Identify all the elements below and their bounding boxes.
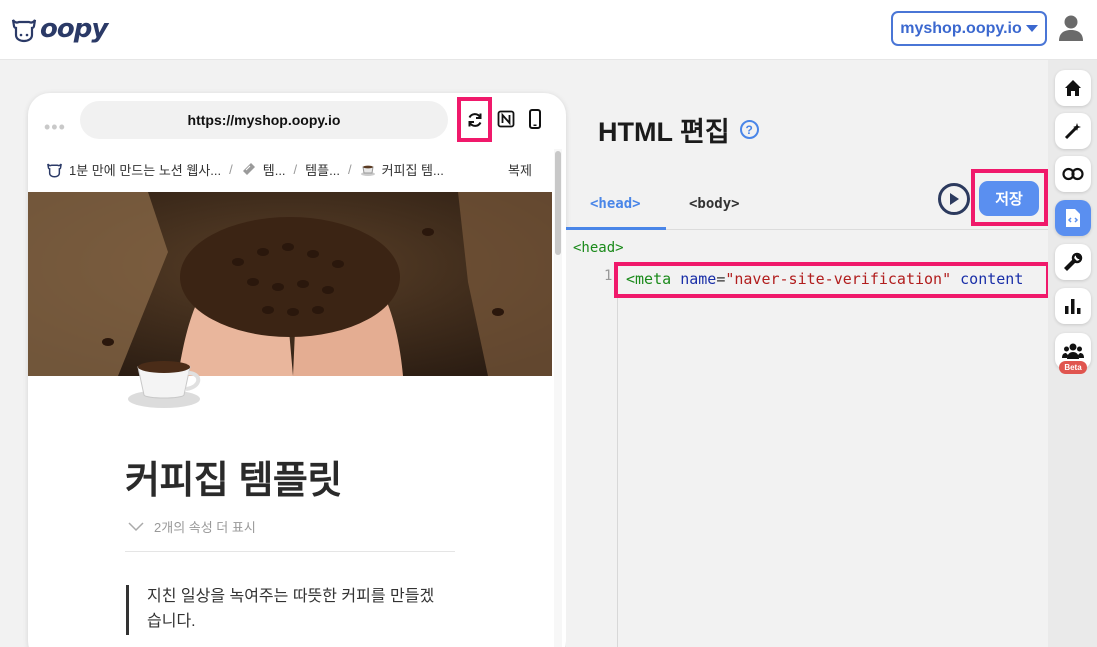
home-icon [1065,80,1081,96]
wrench-icon [1064,252,1083,271]
users-icon [1062,343,1084,359]
cow-logo-icon [47,163,62,178]
show-properties-toggle[interactable]: 2개의 속성 더 표시 [128,517,256,536]
sidebar-item-html[interactable] [1055,200,1091,236]
code-editor[interactable]: <head> 1 <meta name="naver-site-verifica… [566,230,1050,647]
editor-title-text: HTML 편집 [598,117,730,147]
scrollbar-thumb[interactable] [555,151,561,255]
oopy-logo[interactable]: oopy [10,12,108,46]
tab-body[interactable]: <body> [689,196,740,212]
bar-chart-icon [1065,299,1081,314]
breadcrumb-separator: / [347,161,352,177]
site-select-dropdown[interactable]: myshop.oopy.io [891,11,1047,46]
breadcrumb-label: 템플... [305,162,340,178]
mobile-view-icon[interactable] [528,109,542,129]
show-properties-label: 2개의 속성 더 표시 [154,520,256,535]
coffee-cup-icon [360,165,375,176]
top-bar: oopy myshop.oopy.io [0,0,1097,60]
user-avatar-icon[interactable] [1058,14,1084,42]
quote-block: 지친 일상을 녹여주는 따뜻한 커피를 만들겠습니다. [126,585,446,635]
save-button[interactable]: 저장 [979,181,1039,216]
line-number: 1 [604,268,613,284]
cow-logo-icon [11,19,37,43]
code-token-attr: name [680,270,717,288]
url-text: https://myshop.oopy.io [187,112,341,128]
breadcrumb-label: 템... [262,162,286,178]
tab-head[interactable]: <head> [590,196,641,212]
sidebar-item-home[interactable] [1055,70,1091,106]
coffee-cup-icon [128,361,201,408]
sidebar-item-magic[interactable] [1055,113,1091,149]
logo-text: oopy [40,14,108,44]
help-icon[interactable]: ? [739,120,759,139]
breadcrumb-item[interactable]: 커피집 템... [360,160,444,179]
site-preview-panel: ••• https://myshop.oopy.io 1분 만에 만드는 노션 … [28,93,566,647]
chevron-down-icon [128,521,144,531]
breadcrumb: 1분 만에 만드는 노션 웹사... / 템... / 템플... / 커피집 … [28,149,552,189]
breadcrumb-item[interactable]: 1분 만에 만드는 노션 웹사... [46,160,221,179]
breadcrumb-separator: / [229,161,233,177]
gutter-divider [617,270,618,647]
newspaper-icon [242,163,255,175]
sidebar-item-tools[interactable] [1055,244,1091,280]
sidebar-item-link[interactable] [1055,156,1091,192]
breadcrumb-label: 1분 만에 만드는 노션 웹사... [69,162,222,178]
code-line-highlight[interactable]: <meta name="naver-site-verification" con… [614,262,1050,298]
magic-wand-icon [1064,123,1081,140]
link-icon [1062,167,1084,181]
code-token-eq: = [716,270,726,288]
code-head-tag: <head> [573,240,624,256]
refresh-button[interactable] [457,97,492,142]
caret-down-icon [1025,24,1038,32]
breadcrumb-separator: / [293,161,298,177]
preview-play-button[interactable] [938,183,970,215]
url-bar: https://myshop.oopy.io [80,101,448,139]
page-title: 커피집 템플릿 [125,460,342,502]
beta-badge: Beta [1059,361,1087,374]
code-line: <meta name="naver-site-verification" con… [626,270,1023,288]
window-dots-icon: ••• [44,117,66,137]
refresh-icon [468,112,481,127]
sidebar-item-stats[interactable] [1055,288,1091,324]
divider [125,551,455,552]
breadcrumb-label: 커피집 템... [381,162,444,178]
code-token-attr: content [960,270,1024,288]
breadcrumb-item[interactable]: 템플... [305,160,340,179]
code-token-tag: <meta [626,270,672,288]
play-icon [950,193,959,205]
code-file-icon [1066,209,1080,227]
cover-image [28,192,552,376]
breadcrumb-item[interactable]: 템... [241,160,286,179]
code-token-string: "naver-site-verification" [725,270,952,288]
site-select-label: myshop.oopy.io [900,19,1022,37]
notion-icon[interactable] [497,110,515,128]
editor-title: HTML 편집 ? [598,110,759,149]
duplicate-link[interactable]: 복제 [508,160,532,179]
